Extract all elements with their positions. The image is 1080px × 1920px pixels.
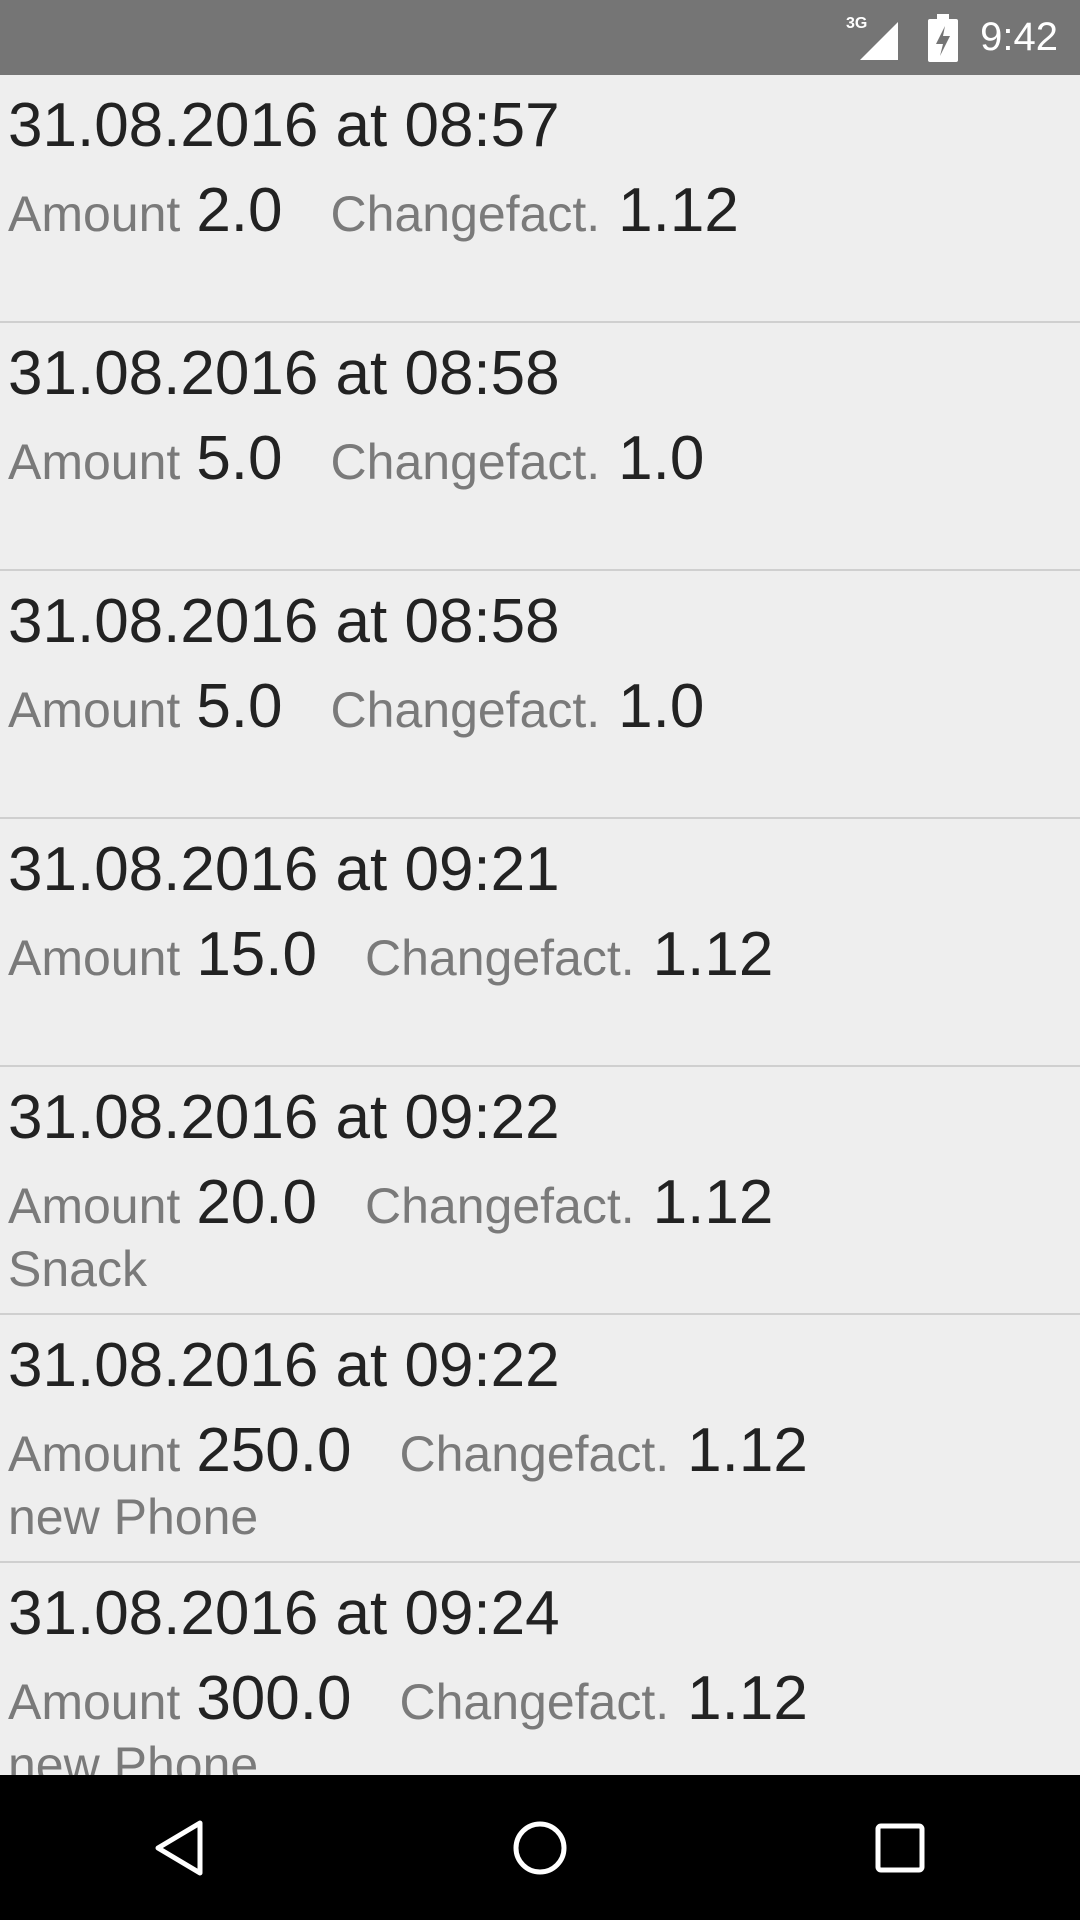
- amount-value: 2.0: [196, 176, 283, 245]
- amount-label: Amount: [8, 1426, 181, 1482]
- entries-list[interactable]: 31.08.2016 at 08:57 Amount 2.0 Changefac…: [0, 75, 1080, 1775]
- back-icon[interactable]: [120, 1788, 240, 1908]
- amount-label: Amount: [8, 186, 181, 242]
- entry-timestamp: 31.08.2016 at 08:58: [8, 339, 560, 408]
- amount-label: Amount: [8, 682, 181, 738]
- entry-note: new Phone: [8, 1489, 259, 1545]
- changefact-label: Changefact.: [399, 1674, 670, 1730]
- entry-timestamp: 31.08.2016 at 09:22: [8, 1331, 560, 1400]
- network-type-label: 3G: [846, 15, 867, 32]
- list-item[interactable]: 31.08.2016 at 09:22 Amount 250.0 Changef…: [0, 1315, 1080, 1563]
- list-item[interactable]: 31.08.2016 at 08:58 Amount 5.0 Changefac…: [0, 571, 1080, 819]
- amount-label: Amount: [8, 930, 181, 986]
- amount-label: Amount: [8, 1674, 181, 1730]
- list-item[interactable]: 31.08.2016 at 09:21 Amount 15.0 Changefa…: [0, 819, 1080, 1067]
- changefact-value: 1.12: [652, 920, 774, 989]
- status-time: 9:42: [980, 15, 1058, 59]
- changefact-label: Changefact.: [365, 1178, 635, 1234]
- list-item[interactable]: 31.08.2016 at 09:22 Amount 20.0 Changefa…: [0, 1067, 1080, 1315]
- changefact-label: Changefact.: [330, 186, 601, 242]
- entry-note: new Phone: [8, 1737, 259, 1775]
- amount-value: 20.0: [196, 1168, 317, 1237]
- changefact-label: Changefact.: [399, 1426, 670, 1482]
- amount-value: 300.0: [196, 1664, 352, 1733]
- changefact-value: 1.12: [687, 1416, 808, 1485]
- changefact-label: Changefact.: [365, 930, 635, 986]
- status-bar: 3G 9:42: [0, 0, 1080, 75]
- entry-timestamp: 31.08.2016 at 08:57: [8, 91, 560, 160]
- battery-charging-icon: [928, 13, 959, 62]
- entry-timestamp: 31.08.2016 at 08:58: [8, 587, 560, 656]
- list-item[interactable]: 31.08.2016 at 09:24 Amount 300.0 Changef…: [0, 1563, 1080, 1775]
- changefact-value: 1.0: [618, 672, 705, 741]
- entry-timestamp: 31.08.2016 at 09:22: [8, 1083, 560, 1152]
- list-item[interactable]: 31.08.2016 at 08:58 Amount 5.0 Changefac…: [0, 323, 1080, 571]
- changefact-value: 1.12: [618, 176, 739, 245]
- amount-value: 5.0: [196, 672, 283, 741]
- amount-value: 15.0: [196, 920, 317, 989]
- amount-label: Amount: [8, 434, 181, 490]
- entry-timestamp: 31.08.2016 at 09:24: [8, 1579, 560, 1648]
- entry-timestamp: 31.08.2016 at 09:21: [8, 835, 560, 904]
- recents-icon[interactable]: [840, 1788, 960, 1908]
- changefact-label: Changefact.: [330, 682, 601, 738]
- entry-note: Snack: [8, 1241, 147, 1297]
- changefact-value: 1.12: [652, 1168, 774, 1237]
- amount-value: 250.0: [196, 1416, 352, 1485]
- changefact-label: Changefact.: [330, 434, 601, 490]
- home-icon[interactable]: [480, 1788, 600, 1908]
- amount-label: Amount: [8, 1178, 181, 1234]
- changefact-value: 1.12: [687, 1664, 808, 1733]
- amount-value: 5.0: [196, 424, 283, 493]
- changefact-value: 1.0: [618, 424, 705, 493]
- signal-icon: 3G: [846, 14, 906, 62]
- list-item[interactable]: 31.08.2016 at 08:57 Amount 2.0 Changefac…: [0, 75, 1080, 323]
- navigation-bar: [0, 1775, 1080, 1920]
